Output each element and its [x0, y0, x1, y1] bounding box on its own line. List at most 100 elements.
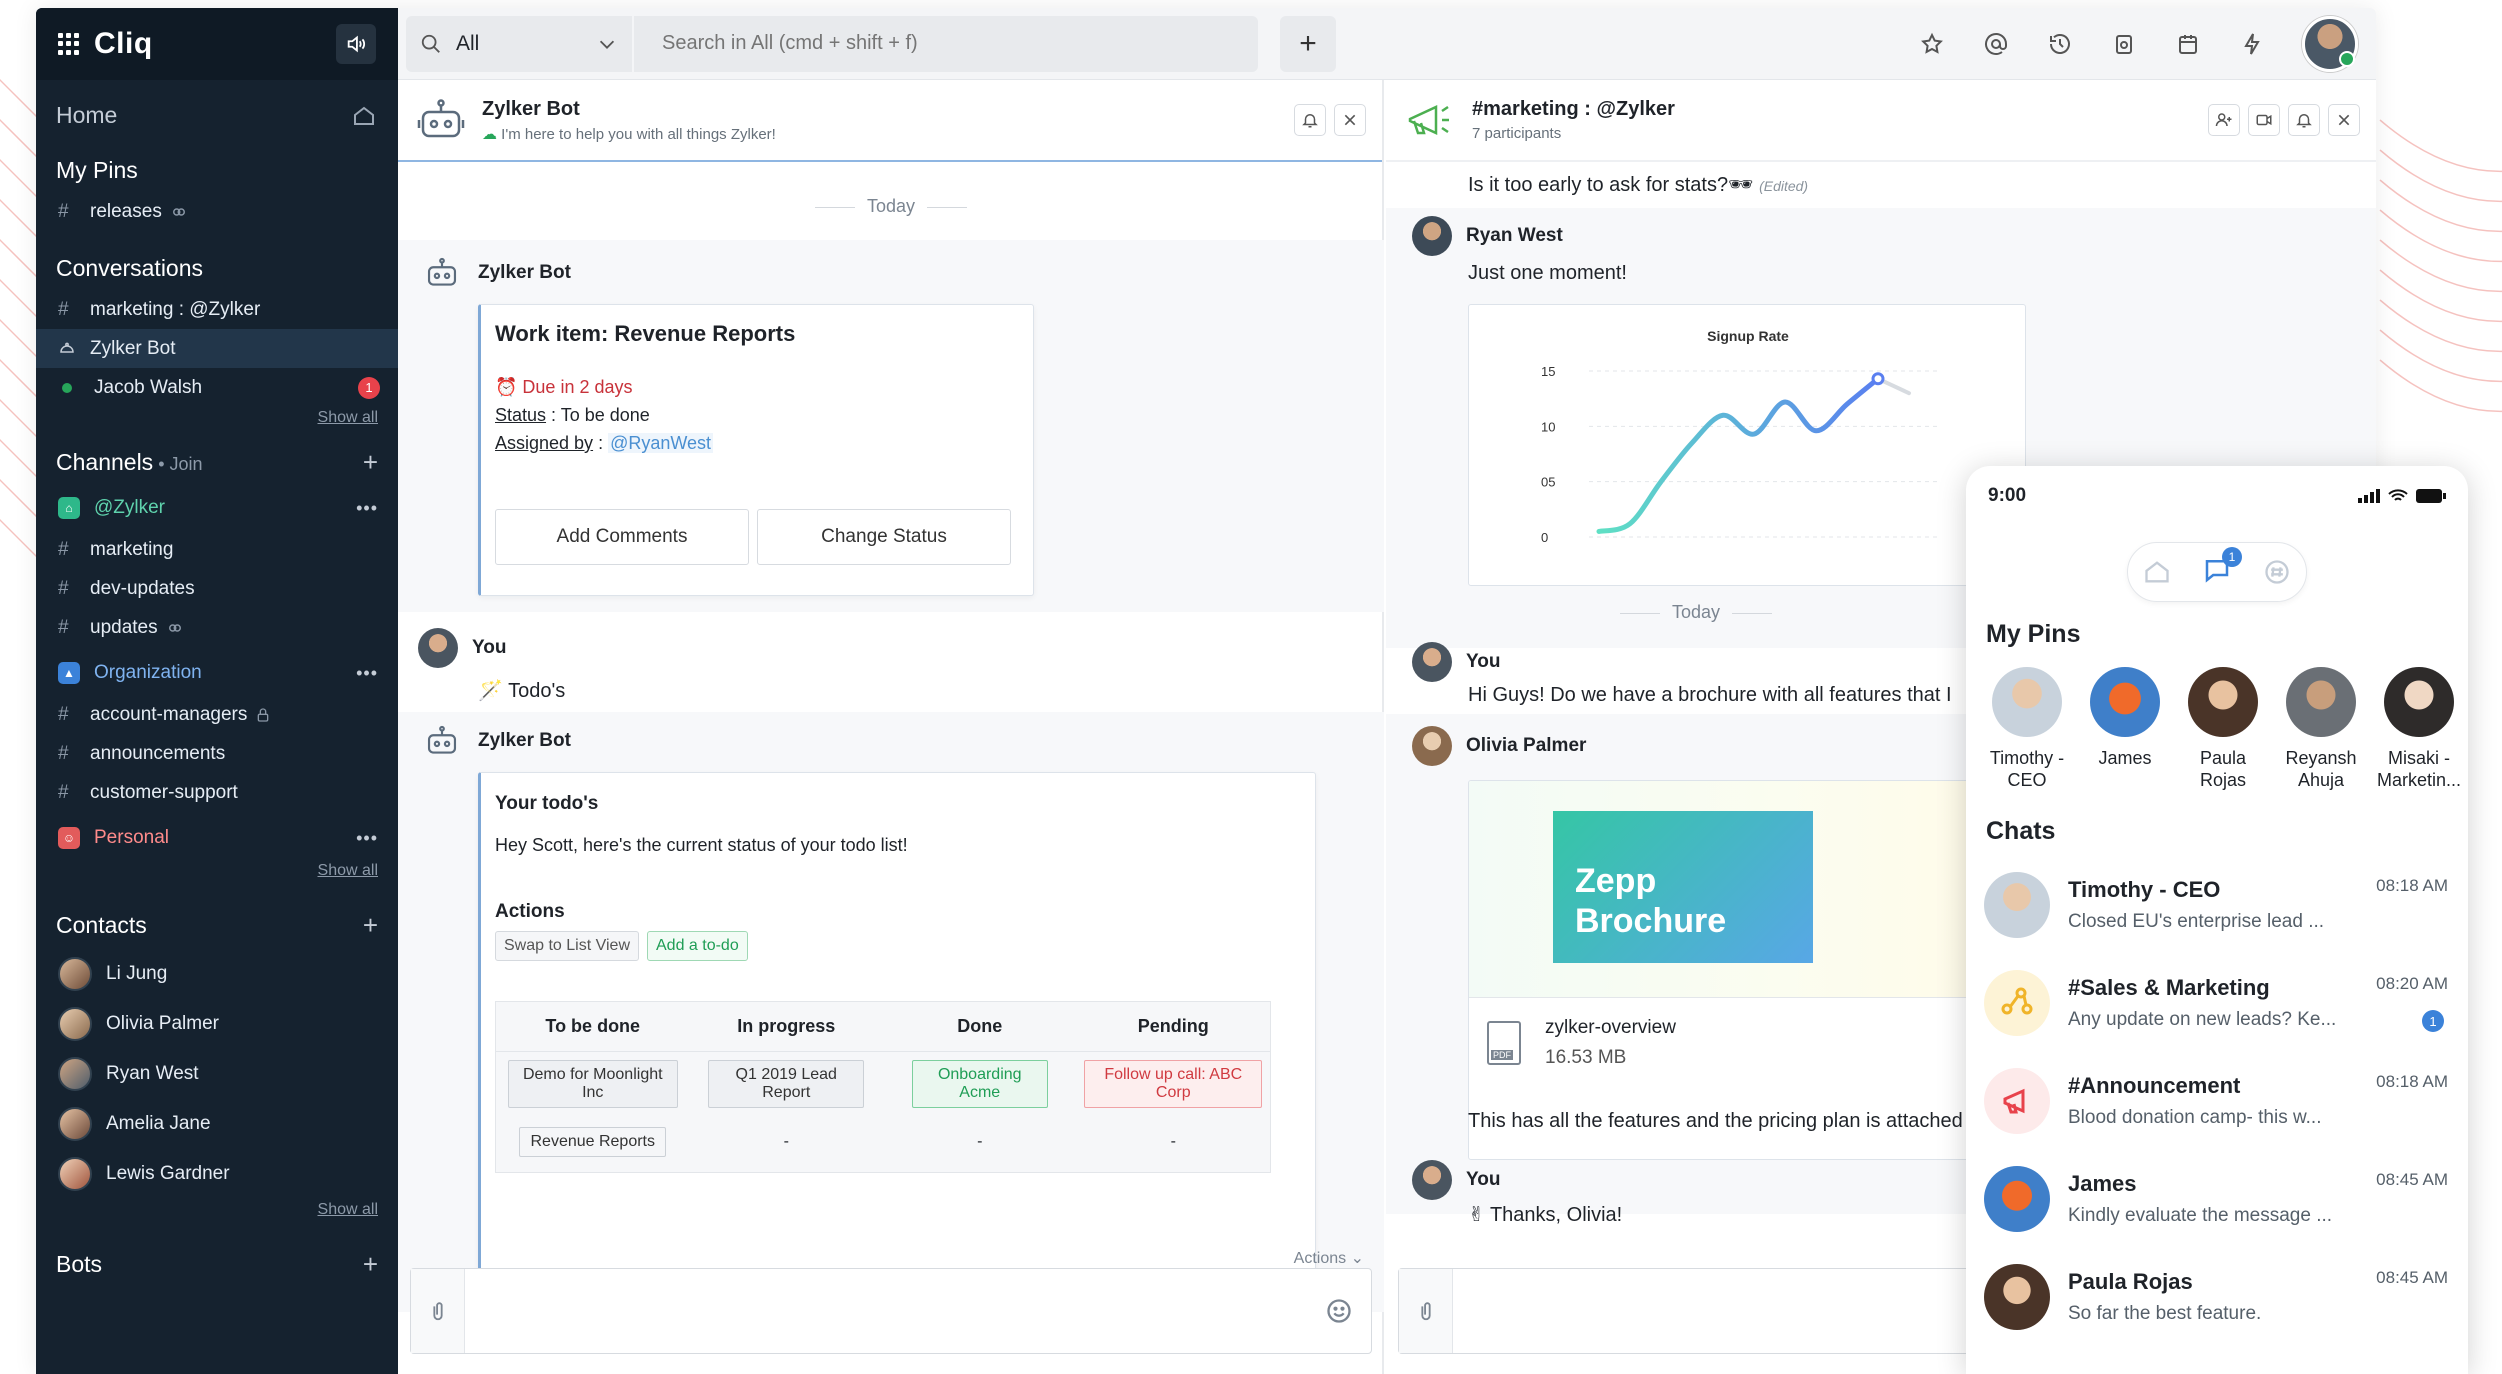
add-comments-button[interactable]: Add Comments: [495, 509, 749, 565]
pin-name: Marketin...: [2376, 770, 2462, 790]
app-grid-icon[interactable]: [58, 33, 80, 55]
history-icon[interactable]: [2046, 30, 2074, 58]
due-line: ⏰ Due in 2 days: [495, 377, 633, 398]
pinned-contact[interactable]: Misaki - Marketin...: [2370, 667, 2468, 791]
chat-list-item[interactable]: #Announcement Blood donation camp- this w…: [1966, 1052, 2468, 1150]
channels-join-link[interactable]: Join: [170, 454, 203, 474]
close-chat-button[interactable]: [1334, 104, 1366, 136]
avatar: [58, 1157, 92, 1191]
org-personal[interactable]: ☺ Personal •••: [36, 816, 398, 860]
user-avatar[interactable]: [2302, 15, 2358, 72]
y-tick-label: 0: [1541, 530, 1548, 545]
home-icon[interactable]: [2143, 558, 2171, 586]
sidebar-item-account-managers[interactable]: # account-managers: [36, 695, 398, 734]
sender-name: You: [472, 637, 507, 658]
notification-button[interactable]: [2288, 104, 2320, 136]
chat-list-item[interactable]: James Kindly evaluate the message ... 08:…: [1966, 1150, 2468, 1248]
message-sender: You: [418, 628, 506, 668]
sidebar-item-zylker-bot[interactable]: Zylker Bot: [36, 329, 398, 368]
todo-tag[interactable]: Follow up call: ABC Corp: [1084, 1060, 1263, 1108]
sidebar-item-marketing[interactable]: # marketing: [36, 530, 398, 569]
swap-list-view-button[interactable]: Swap to List View: [495, 931, 639, 961]
conversations-show-all-link[interactable]: Show all: [36, 407, 398, 427]
chat-preview: Blood donation camp- this w...: [2068, 1107, 2322, 1128]
chat-list-item[interactable]: Paula Rojas So far the best feature. 08:4…: [1966, 1248, 2468, 1346]
chat-list-item[interactable]: Timothy - CEO Closed EU's enterprise lead…: [1966, 856, 2468, 954]
message-input[interactable]: [465, 1269, 1325, 1353]
pinned-contact[interactable]: Paula Rojas: [2174, 667, 2272, 791]
attach-button[interactable]: [411, 1269, 465, 1353]
sidebar-item-releases[interactable]: # releases: [36, 192, 398, 231]
contact-lewis-gardner[interactable]: Lewis Gardner: [36, 1149, 398, 1199]
search-input[interactable]: [634, 32, 1234, 55]
pinned-contact[interactable]: Reyansh Ahuja: [2272, 667, 2370, 791]
sidebar-item-announcements[interactable]: # announcements: [36, 734, 398, 773]
org-zylker-icon: ⌂: [58, 497, 80, 519]
contact-olivia-palmer[interactable]: Olivia Palmer: [36, 999, 398, 1049]
contacts-show-all-link[interactable]: Show all: [36, 1199, 398, 1219]
contact-amelia-jane[interactable]: Amelia Jane: [36, 1099, 398, 1149]
sidebar-item-marketing-zylker[interactable]: # marketing : @Zylker: [36, 290, 398, 329]
pinned-contacts: Timothy - CEO James Paula Rojas Reyansh Ahu…: [1966, 667, 2468, 791]
add-bot-icon[interactable]: +: [363, 1249, 378, 1280]
calendar-icon[interactable]: [2174, 30, 2202, 58]
org-zylker[interactable]: ⌂ @Zylker •••: [36, 486, 398, 530]
actions-dropdown[interactable]: Actions ⌄: [1294, 1248, 1364, 1268]
more-options-icon[interactable]: •••: [356, 828, 378, 849]
change-status-button[interactable]: Change Status: [757, 509, 1011, 565]
channels-icon[interactable]: [2263, 558, 2291, 586]
todo-tag[interactable]: Demo for Moonlight Inc: [507, 1060, 678, 1108]
chat-time: 08:45 AM: [2376, 1170, 2448, 1189]
close-chat-button[interactable]: [2328, 104, 2360, 136]
speaker-button[interactable]: [336, 24, 376, 64]
add-channel-icon[interactable]: +: [363, 447, 378, 478]
org-organization[interactable]: ▲ Organization •••: [36, 651, 398, 695]
chats-tab[interactable]: 1: [2200, 546, 2242, 590]
video-icon: [2256, 114, 2272, 126]
hash-icon: #: [58, 298, 69, 320]
brochure-attachment-card[interactable]: Zepp Brochure PDF zylker-overview 16.53 …: [1468, 780, 1988, 1160]
add-contact-icon[interactable]: +: [363, 910, 378, 941]
video-call-button[interactable]: [2248, 104, 2280, 136]
due-text: Due in 2 days: [522, 377, 633, 397]
add-user-icon: [2215, 113, 2232, 127]
message-sender: Zylker Bot: [424, 256, 571, 290]
todo-tag[interactable]: Q1 2019 Lead Report: [708, 1060, 865, 1108]
todo-tag[interactable]: Revenue Reports: [519, 1127, 666, 1157]
plug-icon[interactable]: [2238, 30, 2266, 58]
brand-name: Cliq: [94, 27, 153, 60]
contact-li-jung[interactable]: Li Jung: [36, 949, 398, 999]
my-pins-title: My Pins: [1986, 620, 2081, 648]
new-chat-button[interactable]: +: [1280, 15, 1336, 72]
attach-button[interactable]: [1399, 1269, 1453, 1353]
more-options-icon[interactable]: •••: [356, 498, 378, 519]
search-scope-dropdown[interactable]: All: [406, 15, 634, 72]
board-cell-empty: -: [1170, 1133, 1176, 1150]
conversations-title: Conversations: [36, 231, 398, 290]
sidebar-item-home[interactable]: Home: [36, 80, 398, 139]
chat-list-item[interactable]: #Sales & Marketing Any update on new lead…: [1966, 954, 2468, 1052]
todo-tag[interactable]: Onboarding Acme: [911, 1060, 1048, 1108]
star-icon[interactable]: [1918, 30, 1946, 58]
sidebar-item-jacob-walsh[interactable]: Jacob Walsh 1: [36, 368, 398, 407]
chat-title: Zylker Bot: [482, 97, 580, 120]
pinned-contact[interactable]: Timothy - CEO: [1978, 667, 2076, 791]
contact-ryan-west[interactable]: Ryan West: [36, 1049, 398, 1099]
add-todo-button[interactable]: Add a to-do: [647, 931, 748, 961]
at-icon[interactable]: [1982, 30, 2010, 58]
chevron-down-icon: [599, 40, 615, 49]
sidebar-item-customer-support[interactable]: # customer-support: [36, 773, 398, 812]
message-input[interactable]: [1453, 1269, 1997, 1353]
emoji-icon[interactable]: [1325, 1297, 1353, 1325]
channels-show-all-link[interactable]: Show all: [36, 860, 398, 880]
avatar: [58, 1057, 92, 1091]
pinned-contact[interactable]: James: [2076, 667, 2174, 791]
mention-ryanwest[interactable]: @RyanWest: [608, 433, 714, 453]
more-options-icon[interactable]: •••: [356, 663, 378, 684]
reminder-icon[interactable]: [2110, 30, 2138, 58]
avatar: [1412, 642, 1452, 682]
sidebar-item-updates[interactable]: # updates: [36, 608, 398, 647]
notification-button[interactable]: [1294, 104, 1326, 136]
add-participant-button[interactable]: [2208, 104, 2240, 136]
sidebar-item-dev-updates[interactable]: # dev-updates: [36, 569, 398, 608]
